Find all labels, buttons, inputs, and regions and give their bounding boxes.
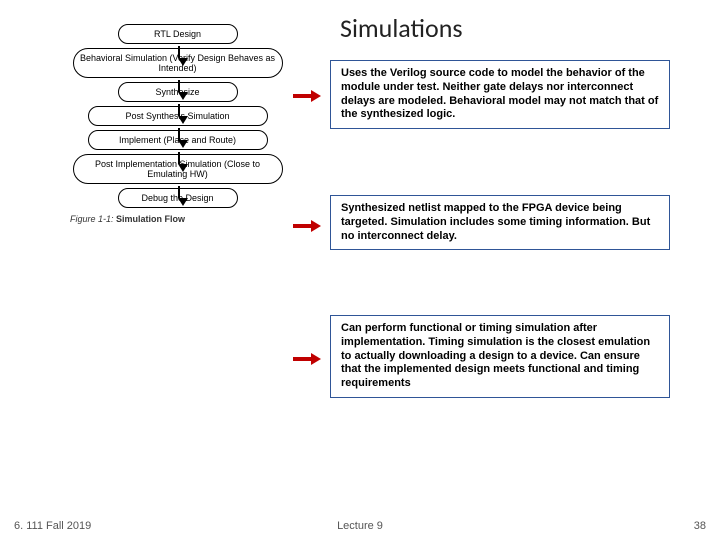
callout-behavioral-sim: Uses the Verilog source code to model th… [330, 60, 670, 129]
pointer-arrow-icon [293, 355, 321, 363]
figure-number: Figure 1-1: [70, 214, 114, 224]
callout-postimpl-sim: Can perform functional or timing simulat… [330, 315, 670, 398]
figure-caption: Figure 1-1: Simulation Flow [70, 214, 285, 224]
flow-node-rtl: RTL Design [118, 24, 238, 44]
page-title: Simulations [340, 12, 463, 44]
footer-lecture: Lecture 9 [0, 520, 720, 532]
callout-postsynth-sim: Synthesized netlist mapped to the FPGA d… [330, 195, 670, 250]
figure-title: Simulation Flow [116, 214, 185, 224]
footer-page: 38 [694, 520, 706, 532]
simulation-flow-diagram: RTL Design Behavioral Simulation (Verify… [70, 24, 285, 224]
pointer-arrow-icon [293, 222, 321, 230]
pointer-arrow-icon [293, 92, 321, 100]
